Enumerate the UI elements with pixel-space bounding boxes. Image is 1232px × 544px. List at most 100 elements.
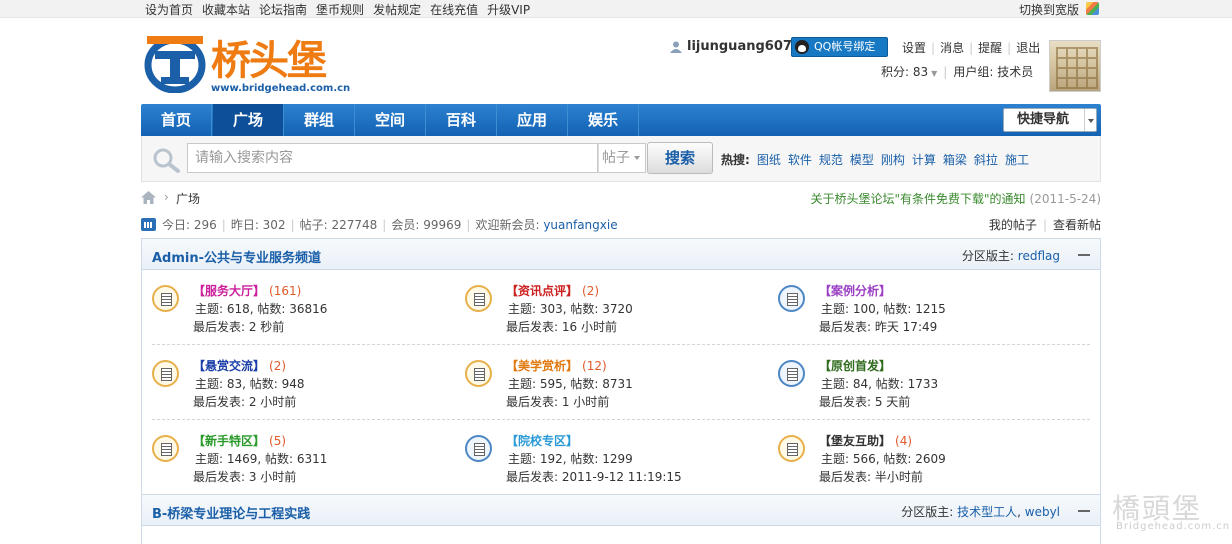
- forum-item[interactable]: 【美学赏析】 (12) 主题: 595, 帖数: 8731 最后发表: 1 小时前: [465, 357, 765, 417]
- top-link-bookmark[interactable]: 收藏本站: [202, 3, 250, 17]
- forum-status-icon[interactable]: [778, 360, 805, 387]
- hot-term[interactable]: 施工: [1005, 153, 1029, 167]
- forum-title[interactable]: 【美学赏析】: [506, 359, 578, 373]
- forum-last-post: 最后发表: 1 小时前: [506, 395, 610, 409]
- forum-item[interactable]: 【院校专区】 主题: 192, 帖数: 1299 最后发表: 2011-9-12 1…: [465, 432, 765, 492]
- announcement: 关于桥头堡论坛"有条件免费下载"的通知 (2011-5-24): [810, 190, 1101, 207]
- forum-title[interactable]: 【堡友互助】: [819, 434, 891, 448]
- stat-members: 会员: 99969: [391, 218, 462, 232]
- forum-today-count: (2): [269, 359, 287, 373]
- my-posts-link[interactable]: 我的帖子: [989, 218, 1037, 232]
- nav-item-space[interactable]: 空间: [355, 104, 426, 136]
- forum-title[interactable]: 【服务大厅】: [193, 284, 265, 298]
- nav-item-groups[interactable]: 群组: [284, 104, 355, 136]
- wide-mode-link[interactable]: 切换到宽版: [1019, 1, 1079, 18]
- nav-item-wiki[interactable]: 百科: [426, 104, 497, 136]
- forum-item[interactable]: 【案例分析】 主题: 100, 帖数: 1215 最后发表: 昨天 17:49: [778, 282, 1078, 342]
- forum-stats: 主题: 192, 帖数: 1299: [508, 452, 633, 466]
- forum-name[interactable]: 【堡友互助】 (4): [819, 432, 912, 449]
- forum-status-icon[interactable]: [778, 435, 805, 462]
- hot-term[interactable]: 模型: [850, 153, 874, 167]
- hot-term[interactable]: 斜拉: [974, 153, 998, 167]
- hot-term[interactable]: 规范: [819, 153, 843, 167]
- top-link-recharge[interactable]: 在线充值: [430, 3, 478, 17]
- forum-title[interactable]: 【悬赏交流】: [193, 359, 265, 373]
- section-title[interactable]: B-桥梁专业理论与工程实践: [152, 503, 310, 522]
- nav-item-entertainment[interactable]: 娱乐: [568, 104, 639, 136]
- forum-title[interactable]: 【案例分析】: [819, 284, 891, 298]
- forum-name[interactable]: 【原创首发】: [819, 357, 895, 374]
- forum-title[interactable]: 【院校专区】: [506, 434, 578, 448]
- forum-status-icon[interactable]: [152, 360, 179, 387]
- search-input[interactable]: 请输入搜索内容: [187, 143, 598, 173]
- hot-term[interactable]: 刚构: [881, 153, 905, 167]
- forum-item[interactable]: 【堡友互助】 (4) 主题: 566, 帖数: 2609 最后发表: 半小时前: [778, 432, 1078, 492]
- quick-nav-label: 快捷导航: [1017, 112, 1070, 127]
- user-group[interactable]: 用户组: 技术员: [953, 65, 1033, 79]
- logout-link[interactable]: 退出: [1016, 41, 1040, 55]
- moderator-link[interactable]: webyl: [1025, 505, 1060, 519]
- top-link-guide[interactable]: 论坛指南: [259, 3, 307, 17]
- palette-icon[interactable]: [1086, 2, 1099, 15]
- top-link-vip[interactable]: 升级VIP: [487, 3, 530, 17]
- forum-last-post: 最后发表: 昨天 17:49: [819, 320, 938, 334]
- points-dropdown-icon[interactable]: ▼: [931, 69, 937, 78]
- new-member-link[interactable]: yuanfangxie: [543, 218, 617, 232]
- forum-name[interactable]: 【资讯点评】 (2): [506, 282, 599, 299]
- hot-search-label: 热搜:: [721, 153, 750, 167]
- section-title[interactable]: Admin-公共与专业服务频道: [152, 247, 321, 266]
- points-link[interactable]: 积分: 83: [881, 65, 928, 79]
- settings-link[interactable]: 设置: [902, 41, 926, 55]
- forum-status-icon[interactable]: [152, 285, 179, 312]
- top-link-homepage[interactable]: 设为首页: [145, 3, 193, 17]
- forum-item[interactable]: 【资讯点评】 (2) 主题: 303, 帖数: 3720 最后发表: 16 小时前: [465, 282, 765, 342]
- announcement-link[interactable]: 关于桥头堡论坛"有条件免费下载"的通知: [810, 192, 1025, 206]
- qq-bind-label: QQ帐号绑定: [814, 40, 876, 53]
- top-link-coin-rules[interactable]: 堡币规则: [316, 3, 364, 17]
- breadcrumb: › 广场 关于桥头堡论坛"有条件免费下载"的通知 (2011-5-24): [141, 190, 1101, 208]
- home-icon[interactable]: [141, 191, 156, 204]
- qq-bind-button[interactable]: QQ帐号绑定: [791, 37, 888, 57]
- moderator-link[interactable]: redflag: [1018, 249, 1060, 263]
- forum-item[interactable]: 【原创首发】 主题: 84, 帖数: 1733 最后发表: 5 天前: [778, 357, 1078, 417]
- hot-term[interactable]: 箱梁: [943, 153, 967, 167]
- quick-nav-button[interactable]: 快捷导航: [1003, 108, 1097, 132]
- notifications-link[interactable]: 提醒: [978, 41, 1002, 55]
- nav-item-apps[interactable]: 应用: [497, 104, 568, 136]
- hot-term[interactable]: 软件: [788, 153, 812, 167]
- search-button[interactable]: 搜索: [647, 142, 713, 174]
- forum-item[interactable]: 【悬赏交流】 (2) 主题: 83, 帖数: 948 最后发表: 2 小时前: [152, 357, 452, 417]
- site-logo[interactable]: 桥头堡 www.bridgehead.com.cn: [141, 33, 350, 99]
- hot-term[interactable]: 计算: [912, 153, 936, 167]
- hot-term[interactable]: 图纸: [757, 153, 781, 167]
- search-bar: 请输入搜索内容 帖子 搜索 热搜: 图纸 软件 规范 模型 刚构 计算 箱梁 斜拉 施工: [141, 136, 1101, 182]
- forum-status-icon[interactable]: [465, 285, 492, 312]
- forum-title[interactable]: 【原创首发】: [819, 359, 891, 373]
- forum-item[interactable]: 【服务大厅】 (161) 主题: 618, 帖数: 36816 最后发表: 2 秒前: [152, 282, 452, 342]
- username-link[interactable]: lijunguang607: [687, 39, 792, 54]
- forum-status-icon[interactable]: [465, 435, 492, 462]
- forum-status-icon[interactable]: [778, 285, 805, 312]
- avatar[interactable]: [1049, 40, 1101, 92]
- collapse-icon[interactable]: [1078, 510, 1090, 512]
- top-link-post-rules[interactable]: 发帖规定: [373, 3, 421, 17]
- forum-name[interactable]: 【案例分析】: [819, 282, 895, 299]
- collapse-icon[interactable]: [1078, 254, 1090, 256]
- new-posts-link[interactable]: 查看新帖: [1053, 218, 1101, 232]
- forum-last-post: 最后发表: 5 天前: [819, 395, 911, 409]
- forum-status-icon[interactable]: [152, 435, 179, 462]
- forum-name[interactable]: 【悬赏交流】 (2): [193, 357, 286, 374]
- forum-name[interactable]: 【新手特区】 (5): [193, 432, 286, 449]
- forum-name[interactable]: 【服务大厅】 (161): [193, 282, 301, 299]
- forum-status-icon[interactable]: [465, 360, 492, 387]
- forum-title[interactable]: 【资讯点评】: [506, 284, 578, 298]
- forum-name[interactable]: 【院校专区】: [506, 432, 582, 449]
- search-type-select[interactable]: 帖子: [598, 143, 646, 173]
- moderator-link[interactable]: 技术型工人: [957, 505, 1017, 519]
- forum-name[interactable]: 【美学赏析】 (12): [506, 357, 607, 374]
- nav-item-plaza[interactable]: 广场: [213, 104, 284, 136]
- nav-item-home[interactable]: 首页: [141, 104, 212, 136]
- forum-item[interactable]: 【新手特区】 (5) 主题: 1469, 帖数: 6311 最后发表: 3 小时前: [152, 432, 452, 492]
- forum-title[interactable]: 【新手特区】: [193, 434, 265, 448]
- messages-link[interactable]: 消息: [940, 41, 964, 55]
